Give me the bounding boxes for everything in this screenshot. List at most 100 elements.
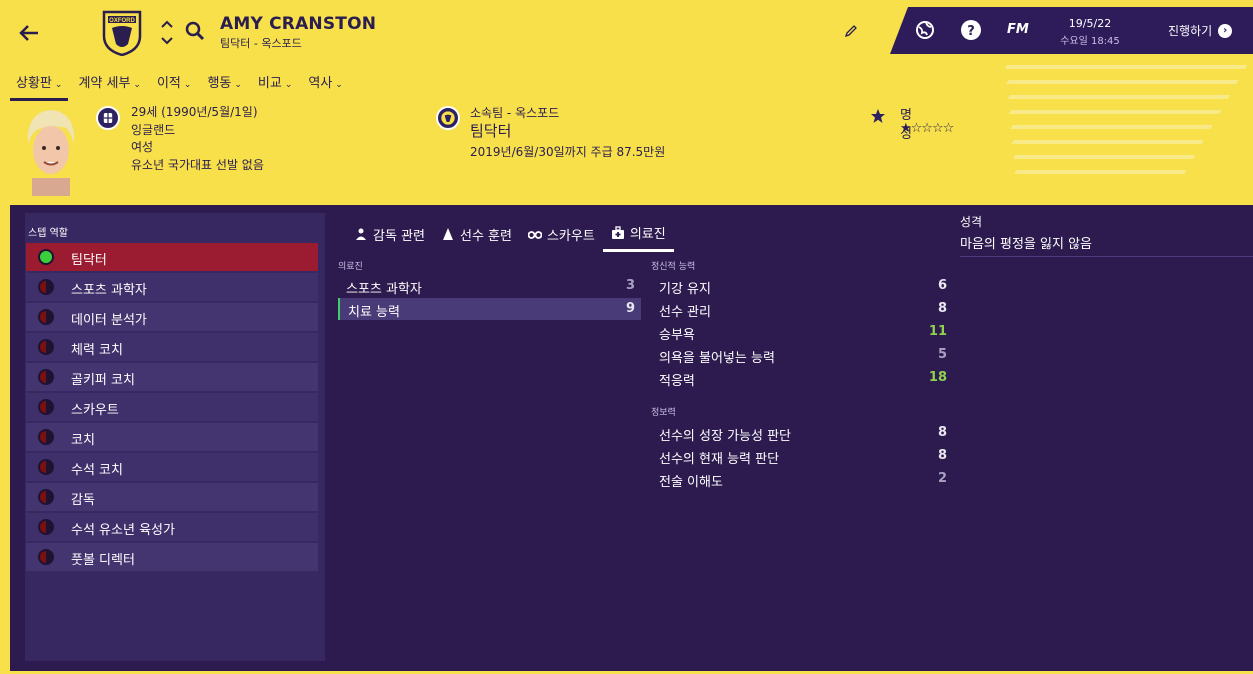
menu-history[interactable]: 역사 ⌄ (302, 70, 348, 101)
club-label[interactable]: 소속팀 - 옥스포드 (470, 104, 559, 121)
role-item-data-analyst[interactable]: 데이터 분석가 (26, 303, 318, 331)
club-role: 팀닥터 (470, 122, 512, 140)
staff-roles-panel: 스텝 역할 팀닥터 스포츠 과학자 데이터 분석가 체력 코치 골키퍼 코치 스… (25, 213, 325, 661)
attr-label: 선수의 현재 능력 판단 (659, 452, 780, 467)
pencil-icon[interactable] (844, 24, 858, 38)
role-label: 수석 유소년 육성가 (71, 523, 175, 538)
attr-label: 의욕을 불어넣는 능력 (659, 351, 775, 366)
role-item-physio[interactable]: 팀닥터 (26, 243, 318, 271)
attr-value: 3 (625, 278, 635, 293)
role-label: 감독 (71, 493, 95, 508)
role-item-director-of-football[interactable]: 풋볼 디렉터 (26, 543, 318, 571)
attr-row[interactable]: 치료 능력 9 (338, 298, 641, 320)
role-label: 데이터 분석가 (71, 313, 147, 328)
chevron-down-icon: ⌄ (234, 80, 242, 90)
menu-label: 이적 (156, 76, 181, 91)
attr-row[interactable]: 전술 이해도 2 (651, 468, 953, 490)
chevron-down-icon: ⌄ (335, 80, 343, 90)
menu-label: 상황판 (16, 76, 52, 91)
help-icon[interactable]: ? (960, 19, 982, 41)
knowledge-section-label: 정보력 (651, 408, 676, 418)
role-item-fitness-coach[interactable]: 체력 코치 (26, 333, 318, 361)
game-day-time: 수요일 18:45 (1060, 36, 1120, 47)
role-item-coach[interactable]: 코치 (26, 423, 318, 451)
menu-label: 행동 (207, 76, 232, 91)
attr-label: 선수 관리 (659, 305, 711, 320)
attr-row[interactable]: 선수의 현재 능력 판단 8 (651, 445, 953, 467)
prev-next-chevrons-icon[interactable] (160, 18, 174, 48)
fm-menu-button[interactable]: FM (1007, 22, 1029, 37)
menu-transfer[interactable]: 이적 ⌄ (151, 70, 197, 101)
medical-section-label: 의료진 (338, 262, 363, 272)
staff-roles-list: 팀닥터 스포츠 과학자 데이터 분석가 체력 코치 골키퍼 코치 스카우트 코치… (26, 243, 318, 573)
england-badge-icon (96, 106, 120, 130)
world-icon[interactable] (914, 19, 936, 41)
role-item-sports-scientist[interactable]: 스포츠 과학자 (26, 273, 318, 301)
person-name: AMY CRANSTON (220, 14, 377, 34)
person-role-club[interactable]: 팀닥터 - 옥스포드 (220, 35, 302, 51)
search-icon[interactable] (184, 20, 206, 42)
person-icon (356, 228, 366, 240)
attr-value: 2 (937, 471, 947, 486)
role-label: 스포츠 과학자 (71, 283, 147, 298)
attr-row[interactable]: 적응력 18 (651, 367, 953, 389)
youth-caps: 유소년 국가대표 선발 없음 (131, 157, 264, 172)
tab-medical[interactable]: 의료진 (602, 220, 674, 252)
menu-overview[interactable]: 상황판 ⌄ (10, 70, 69, 101)
profile-menu: 상황판 ⌄ 계약 세부 ⌄ 이적 ⌄ 행동 ⌄ 비교 ⌄ 역사 ⌄ (10, 70, 353, 101)
role-rating-icon (38, 429, 54, 445)
attr-value: 5 (937, 347, 947, 362)
contract-info: 2019년/6월/30일까지 주급 87.5만원 (470, 145, 666, 159)
header-stripes-decoration (1004, 65, 1248, 174)
staff-roles-title: 스텝 역할 (28, 228, 68, 239)
continue-button[interactable]: 진행하기 › (1168, 22, 1233, 39)
menu-label: 계약 세부 (78, 76, 131, 91)
chevron-down-icon: ⌄ (133, 80, 141, 90)
role-rating-icon (38, 519, 54, 535)
menu-actions[interactable]: 행동 ⌄ (201, 70, 247, 101)
attr-row[interactable]: 승부욕 11 (651, 321, 953, 343)
attr-row[interactable]: 기강 유지 6 (651, 275, 953, 297)
role-label: 코치 (71, 433, 95, 448)
menu-contract[interactable]: 계약 세부 ⌄ (72, 70, 147, 101)
tab-training[interactable]: 선수 훈련 (433, 220, 520, 252)
role-item-head-youth-dev[interactable]: 수석 유소년 육성가 (26, 513, 318, 541)
role-label: 팀닥터 (71, 253, 107, 268)
age-birthdate: 29세 (1990년/5월/1일) (131, 105, 258, 119)
attr-row[interactable]: 의욕을 불어넣는 능력 5 (651, 344, 953, 366)
tab-label: 선수 훈련 (459, 228, 512, 244)
continue-label: 진행하기 (1168, 24, 1213, 38)
role-rating-icon (38, 549, 54, 565)
role-label: 골키퍼 코치 (71, 373, 135, 388)
role-item-assistant-manager[interactable]: 수석 코치 (26, 453, 318, 481)
main-panel: 스텝 역할 팀닥터 스포츠 과학자 데이터 분석가 체력 코치 골키퍼 코치 스… (10, 205, 1253, 671)
reputation-stars: ★☆☆☆☆ (900, 121, 954, 136)
role-item-manager[interactable]: 감독 (26, 483, 318, 511)
menu-compare[interactable]: 비교 ⌄ (252, 70, 298, 101)
profile-header: OXFORD AMY CRANSTON 팀닥터 - 옥스포드 ? FM 19/5… (0, 0, 1253, 205)
role-item-gk-coach[interactable]: 골키퍼 코치 (26, 363, 318, 391)
attr-row[interactable]: 선수의 성장 가능성 판단 8 (651, 422, 953, 444)
tab-coaching[interactable]: 감독 관련 (346, 220, 433, 252)
attr-row[interactable]: 선수 관리 8 (651, 298, 953, 320)
role-rating-icon (38, 489, 54, 505)
oxford-badge-icon (436, 106, 460, 130)
medical-kit-icon (611, 225, 624, 239)
nationality[interactable]: 잉글랜드 (131, 122, 431, 140)
svg-text:?: ? (967, 24, 975, 39)
back-arrow-icon[interactable] (16, 20, 42, 46)
attr-value: 9 (625, 301, 635, 316)
tab-scouting[interactable]: 스카우트 (520, 220, 603, 252)
role-item-scout[interactable]: 스카우트 (26, 393, 318, 421)
attr-row[interactable]: 스포츠 과학자 3 (338, 275, 641, 297)
personality-panel: 성격 마음의 평정을 잃지 않음 (960, 213, 1253, 257)
attribute-tabs: 감독 관련 선수 훈련 스카우트 의료진 (346, 220, 674, 252)
attr-label: 선수의 성장 가능성 판단 (659, 429, 791, 444)
attr-label: 기강 유지 (659, 282, 711, 297)
role-label: 수석 코치 (71, 463, 123, 478)
cone-icon (442, 228, 453, 240)
personality-value[interactable]: 마음의 평정을 잃지 않음 (960, 233, 1253, 257)
chevron-down-icon: ⌄ (183, 80, 192, 90)
tab-label: 스카우트 (546, 228, 595, 244)
role-label: 스카우트 (71, 403, 119, 418)
